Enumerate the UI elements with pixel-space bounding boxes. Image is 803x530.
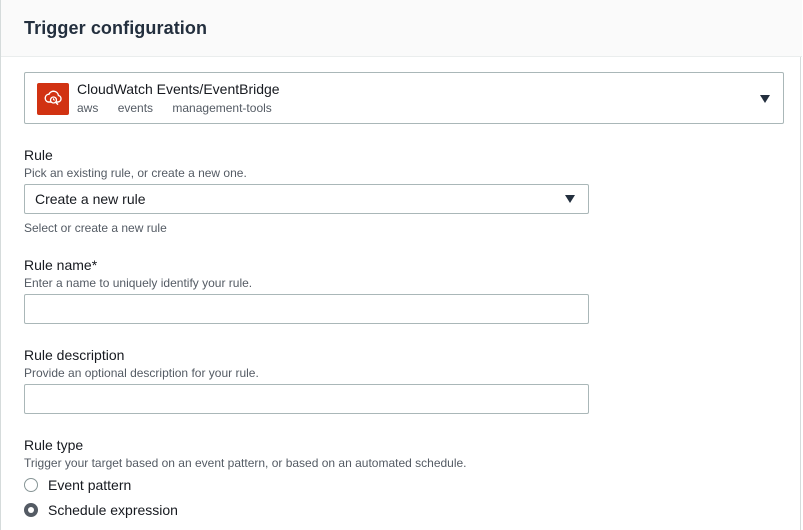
cloudwatch-events-icon — [37, 83, 69, 115]
service-tag: events — [117, 101, 154, 115]
schedule-expression-label: Schedule expression — [48, 502, 178, 518]
event-pattern-label: Event pattern — [48, 477, 132, 493]
schedule-expression-radio[interactable] — [24, 503, 38, 517]
rule-select[interactable]: Create a new rule — [24, 184, 589, 214]
trigger-configuration-panel: Trigger configuration CloudWatch Events/… — [0, 0, 802, 530]
rule-description-text: Pick an existing rule, or create a new o… — [24, 166, 247, 180]
event-pattern-radio[interactable] — [24, 478, 38, 492]
trigger-service-name: CloudWatch Events/EventBridge — [77, 81, 280, 97]
rule-description-label: Rule description — [24, 347, 125, 363]
trigger-service-tags: aws events management-tools — [77, 101, 288, 115]
rule-type-label: Rule type — [24, 437, 84, 453]
caret-down-icon[interactable] — [565, 195, 575, 203]
rule-description-input[interactable] — [24, 384, 589, 414]
rule-hint: Select or create a new rule — [24, 221, 167, 235]
service-tag: aws — [77, 101, 99, 115]
panel-header: Trigger configuration — [1, 0, 802, 57]
panel-title: Trigger configuration — [24, 18, 208, 38]
rule-name-label: Rule name* — [24, 257, 98, 273]
rule-type-description: Trigger your target based on an event pa… — [24, 456, 467, 470]
rule-label: Rule — [24, 147, 53, 163]
rule-name-input[interactable] — [24, 294, 589, 324]
trigger-service-select[interactable]: CloudWatch Events/EventBridge aws events… — [24, 72, 784, 124]
rule-name-description: Enter a name to uniquely identify your r… — [24, 276, 253, 290]
rule-select-value: Create a new rule — [35, 191, 146, 207]
caret-down-icon[interactable] — [760, 95, 770, 103]
rule-description-help: Provide an optional description for your… — [24, 366, 259, 380]
service-tag: management-tools — [172, 101, 272, 115]
